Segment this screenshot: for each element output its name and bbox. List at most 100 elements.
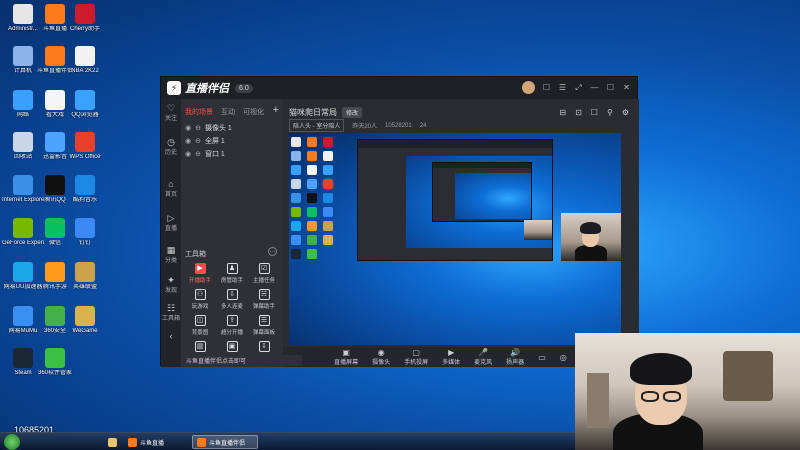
source-item[interactable]: ◉ ⊖ 全屏 1 <box>185 136 225 146</box>
rail-icon: ▦ <box>166 245 176 255</box>
source-item[interactable]: ◉ ⊖ 摄像头 1 <box>185 123 232 133</box>
toolbox-item[interactable]: ☰ 弹幕面板 <box>249 315 279 336</box>
desktop-icon[interactable]: WPS Office <box>64 132 106 161</box>
nested-titlebar <box>358 140 552 148</box>
rail-item[interactable]: ✦ 发现 <box>161 275 181 294</box>
app-icon <box>45 4 65 24</box>
broadcast-tool[interactable]: ◎ <box>560 353 567 362</box>
preview-desktop-icon <box>291 179 301 189</box>
tab-visual[interactable]: 可视化 <box>243 107 264 117</box>
screen-icon[interactable]: ⊡ <box>575 108 582 117</box>
title-bar: ⚡ 直播伴侣 6.0 ☐ ☰ ⤢ — ☐ ✕ <box>161 77 637 99</box>
start-button[interactable] <box>4 434 20 450</box>
preview-desktop-icon <box>291 137 301 147</box>
window-control-2[interactable]: ⤢ <box>574 83 583 92</box>
preview-desktop-icon <box>323 235 333 245</box>
live-companion-window: ⚡ 直播伴侣 6.0 ☐ ☰ ⤢ — ☐ ✕ ♡ 关注 ◷ 历史 ⌂ 首页 ▷ 直播 ▦ 分类 ✦ 发… <box>160 76 639 367</box>
desktop-icon[interactable]: 酷狗音乐 <box>64 175 106 204</box>
desktop-icon[interactable]: 钉钉 <box>64 218 106 247</box>
desktop-icon[interactable]: WeGame <box>64 306 106 335</box>
app-icon <box>75 262 95 282</box>
edit-title-button[interactable]: 修改 <box>342 107 363 118</box>
eye-icon[interactable]: ◉ <box>185 124 191 132</box>
tool-icon: ☰ <box>258 315 270 326</box>
bell-icon[interactable]: ⚲ <box>607 108 613 117</box>
settings-icon[interactable]: ⚙ <box>622 108 629 117</box>
desktop-icon-label: WeGame <box>72 328 98 334</box>
window-control-1[interactable]: ☰ <box>558 83 567 92</box>
toolbox-item[interactable]: ☵ 弹幕助手 <box>249 289 279 310</box>
desktop-icon-label: WPS Office <box>69 154 101 160</box>
toolbox-item[interactable]: ⚇ 玩游戏 <box>185 289 215 310</box>
desktop-icon[interactable]: QQ浏览器 <box>64 90 106 119</box>
toolbox-item[interactable]: ▥ <box>185 341 215 354</box>
app-icon <box>13 306 33 326</box>
toolbox-item[interactable]: ⇪ 超分开播 <box>217 315 247 336</box>
live-preview-canvas[interactable] <box>289 133 621 345</box>
eye-icon[interactable]: ◉ <box>185 150 191 158</box>
tab-interact[interactable]: 互动 <box>221 107 235 117</box>
viewer-count: 昨天20人 <box>352 124 378 130</box>
window-control-0[interactable]: ☐ <box>542 83 551 92</box>
rail-item[interactable]: ▦ 分类 <box>161 245 181 264</box>
taskbar: 斗鱼直播 斗鱼直播伴侣 <box>0 432 575 450</box>
broadcast-tool-label: 扬声器 <box>506 360 525 366</box>
rail-item[interactable]: ◷ 历史 <box>161 137 181 156</box>
toolbox-item[interactable]: ▣ <box>217 341 247 354</box>
broadcast-tool[interactable]: 🎤 麦克风 <box>474 348 492 366</box>
add-source-icon[interactable]: + <box>273 104 279 116</box>
taskbar-douyu-companion[interactable]: 斗鱼直播伴侣 <box>192 435 258 449</box>
rail-icon: ‹ <box>169 331 173 341</box>
tab-my-scene[interactable]: 我的场景 <box>185 107 213 117</box>
category-select[interactable]: 陪人头 - 室分陪人 <box>289 119 345 132</box>
app-icon <box>13 132 33 152</box>
broadcast-tool-icon: 🔊 <box>510 348 521 357</box>
broadcast-tool[interactable]: 🔊 扬声器 <box>506 348 524 366</box>
broadcast-tool[interactable]: ▢ 手机投屏 <box>404 348 428 366</box>
rail-item[interactable]: ▷ 直播 <box>161 213 181 232</box>
broadcast-tool[interactable]: ▶ 多媒体 <box>442 348 460 366</box>
layout-icon[interactable]: ⊟ <box>559 108 566 117</box>
lock-icon[interactable]: ⊖ <box>195 150 201 158</box>
rail-item[interactable]: ♡ 关注 <box>161 103 181 122</box>
maximize-button[interactable]: ☐ <box>606 83 615 92</box>
tool-icon: ⚇ <box>194 289 206 300</box>
eye-icon[interactable]: ◉ <box>185 137 191 145</box>
user-avatar[interactable] <box>522 81 535 94</box>
toolbox-item[interactable]: ♟ 房管助手 <box>217 263 247 284</box>
desktop-icon[interactable]: 360软件管家 <box>34 348 76 377</box>
toolbox-item[interactable]: ◫ 背景图 <box>185 315 215 336</box>
room-info-row: 陪人头 - 室分陪人 昨天20人 10528201 24 <box>289 119 426 132</box>
rail-item[interactable]: ⌂ 首页 <box>161 179 181 198</box>
toolbox-item[interactable]: ⇩ <box>249 341 279 354</box>
background-shelf <box>723 351 773 401</box>
lock-icon[interactable]: ⊖ <box>195 124 201 132</box>
minimize-button[interactable]: — <box>590 83 599 92</box>
window-icon[interactable]: ☐ <box>591 108 598 117</box>
taskbar-explorer[interactable] <box>104 435 124 449</box>
broadcast-tool[interactable]: ▭ <box>538 353 546 362</box>
preview-desktop-icon <box>307 137 317 147</box>
desktop-icon-label: NBA 2K22 <box>71 68 99 74</box>
broadcast-tool-icon: ▶ <box>448 348 455 357</box>
close-button[interactable]: ✕ <box>622 83 631 92</box>
desktop-icon[interactable]: NBA 2K22 <box>64 46 106 75</box>
toolbox-more-icon[interactable]: … <box>268 247 277 256</box>
desktop-icon[interactable]: 英雄联盟 <box>64 262 106 291</box>
rail-item[interactable]: ☷ 工具箱 <box>161 303 181 322</box>
taskbar-douyu[interactable]: 斗鱼直播 <box>124 435 190 449</box>
desktop-icon[interactable]: Cherry助手 <box>64 4 106 33</box>
toolbox-item[interactable]: ▶ 开播助手 <box>185 263 215 284</box>
source-label: 全屏 1 <box>204 138 225 145</box>
broadcast-tool[interactable]: ▣ 直播屏幕 <box>334 348 358 366</box>
tool-icon: ◫ <box>194 315 206 326</box>
rail-item[interactable]: ‹ <box>161 331 181 341</box>
toolbox-item[interactable]: ☑ 主播任务 <box>249 263 279 284</box>
toolbox-item[interactable]: ⇩ 多人连麦 <box>217 289 247 310</box>
lock-icon[interactable]: ⊖ <box>195 137 201 145</box>
app-icon <box>75 46 95 66</box>
tool-label: 超分开播 <box>220 330 243 336</box>
broadcast-tool[interactable]: ◉ 摄像头 <box>372 348 390 366</box>
toolbox-header: 工具箱 <box>185 251 206 258</box>
source-item[interactable]: ◉ ⊖ 窗口 1 <box>185 149 225 159</box>
